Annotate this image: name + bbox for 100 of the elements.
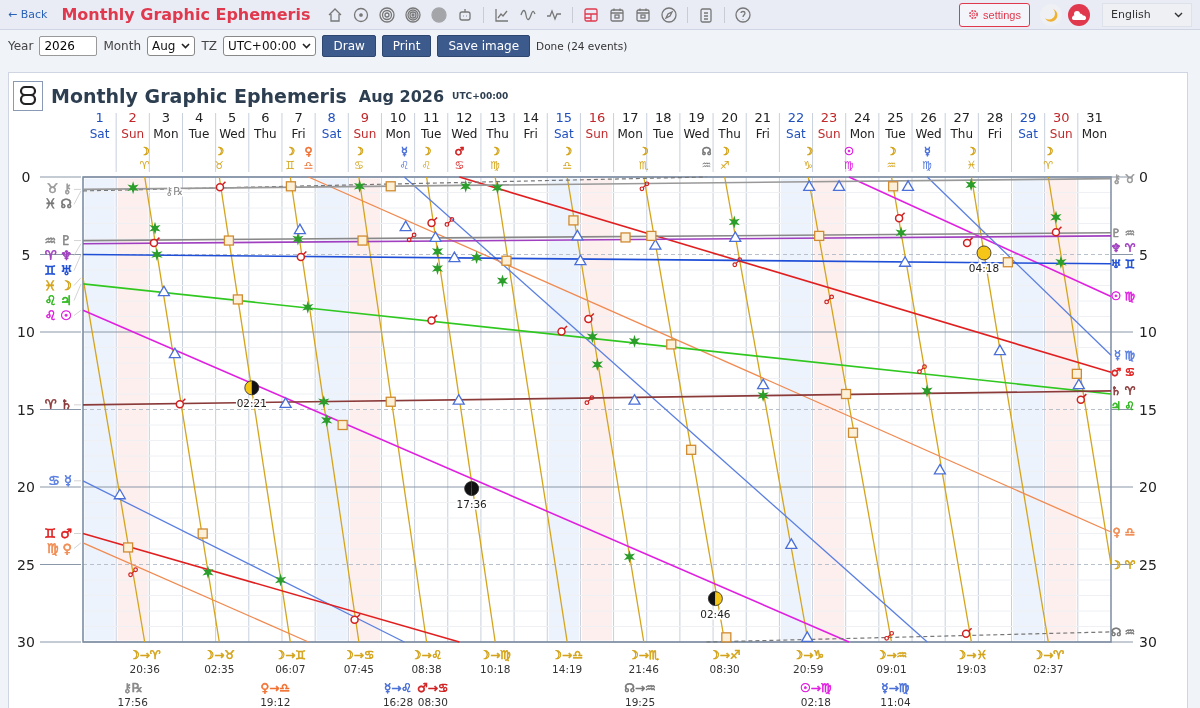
- ingress-glyph: ☿: [923, 145, 931, 158]
- conjunction-marker: [149, 236, 161, 248]
- month-select[interactable]: Aug: [147, 36, 196, 56]
- year-field[interactable]: 2026: [39, 36, 98, 56]
- ingress-time: 02:37: [1033, 663, 1064, 675]
- weekday-label: Tue: [420, 127, 442, 141]
- ingress-time: 19:03: [956, 663, 987, 675]
- ingress-time: 08:30: [417, 696, 448, 708]
- ingress-label: ☊→♒: [624, 681, 656, 695]
- weekday-label: Fri: [291, 127, 306, 141]
- weekday-label: Wed: [451, 127, 478, 141]
- day-number: 30: [1053, 113, 1070, 125]
- ingress-label: ☽→♓: [955, 648, 988, 662]
- weekday-label: Tue: [885, 127, 906, 141]
- triangle-marker: [113, 487, 127, 500]
- axis-tick-label: 5: [21, 246, 31, 263]
- ingress-glyph: ☽: [285, 145, 296, 158]
- star-marker: [757, 389, 769, 402]
- opposition-marker: [732, 257, 743, 268]
- ingress-label: ♂→♋: [417, 681, 449, 695]
- weekday-label: Sun: [1049, 127, 1073, 141]
- axis-tick-label: 25: [1139, 556, 1157, 573]
- conjunction-marker: [427, 216, 438, 228]
- language-select[interactable]: English: [1102, 2, 1192, 27]
- settings-button[interactable]: settings: [959, 2, 1030, 27]
- square-marker: [888, 181, 899, 192]
- ingress-glyph: ♋: [353, 159, 364, 172]
- day-number: 2: [128, 113, 137, 125]
- ingress-time: 08:30: [709, 663, 740, 675]
- star-marker: [586, 330, 598, 344]
- action-button[interactable]: Print: [381, 35, 432, 57]
- ingress-label: ☽→♉: [203, 648, 236, 662]
- weekday-label: Sun: [121, 127, 145, 141]
- moon-phase-marker: [708, 591, 723, 606]
- day-number: 12: [456, 113, 473, 125]
- action-button[interactable]: Draw: [322, 35, 376, 57]
- day-number: 19: [688, 113, 705, 125]
- opposition-marker: [884, 630, 895, 641]
- moon-phase-marker: [976, 245, 992, 261]
- weekday-label: Mon: [385, 127, 411, 141]
- app-title: Monthly Graphic Ephemeris: [61, 5, 311, 24]
- axis-tick-label: 25: [17, 556, 35, 573]
- moon-icon[interactable]: [1040, 3, 1062, 26]
- ingress-label: ☽→♐: [708, 648, 741, 662]
- planet-label: ♄ ♈: [1110, 383, 1135, 398]
- ingress-glyph: ♌: [399, 159, 410, 172]
- day-number: 31: [1086, 113, 1103, 125]
- star-marker: [591, 358, 603, 371]
- day-number: 16: [588, 113, 606, 125]
- conjunction-marker: [961, 627, 973, 638]
- ingress-time: 10:18: [480, 663, 511, 675]
- star-marker: [1050, 210, 1062, 224]
- ingress-glyph: ☽: [719, 145, 730, 158]
- day-number: 8: [327, 113, 336, 125]
- planet-label: ♂ ♋: [1110, 365, 1135, 380]
- weekday-label: Wed: [683, 127, 710, 141]
- star-marker: [202, 565, 214, 579]
- conjunction-marker: [1051, 226, 1063, 237]
- ingress-label: ☿→♌: [383, 681, 413, 695]
- ingress-glyph: ♈: [1043, 159, 1054, 172]
- gear-icon: [968, 9, 980, 20]
- planet-label: ♈ ♆: [44, 247, 72, 263]
- ingress-glyph: ♊: [285, 159, 296, 172]
- triangle-marker: [168, 346, 182, 359]
- back-link[interactable]: ← Back: [8, 8, 48, 21]
- cloud-icon[interactable]: [1068, 3, 1090, 26]
- triangle-marker: [1072, 377, 1086, 390]
- axis-tick-label: 0: [1139, 169, 1148, 185]
- conjunction-marker: [350, 613, 361, 624]
- ingress-glyph: ♂: [454, 145, 465, 158]
- timezone-select[interactable]: UTC+00:00: [223, 36, 317, 56]
- star-marker: [1055, 255, 1067, 269]
- triangle-marker: [784, 537, 798, 549]
- star-marker: [496, 274, 509, 288]
- triangle-marker: [573, 253, 588, 266]
- square-marker: [1071, 368, 1082, 379]
- weekday-label: Tue: [653, 127, 674, 141]
- chart-timezone: UTC+00:00: [452, 91, 509, 101]
- planet-label: ♊ ♅: [44, 262, 72, 278]
- triangle-marker: [447, 250, 462, 263]
- ingress-glyph: ♀: [304, 145, 313, 158]
- ingress-glyph: ♓: [966, 159, 977, 172]
- conjunction-marker: [962, 236, 974, 248]
- axis-tick-label: 30: [17, 634, 35, 650]
- ingress-glyph: ☽: [638, 145, 649, 158]
- station-label: ⚷℞: [165, 185, 184, 198]
- triangle-marker: [452, 393, 466, 405]
- ingress-glyph: ☽: [562, 145, 573, 158]
- weekday-label: Mon: [153, 127, 179, 141]
- triangle-marker: [648, 238, 662, 250]
- weekday-label: Thu: [718, 127, 741, 141]
- day-number: 1: [95, 113, 104, 125]
- star-marker: [728, 215, 740, 229]
- triangle-marker: [728, 230, 742, 243]
- square-marker: [357, 235, 368, 246]
- caret-icon: [181, 43, 191, 49]
- star-marker: [895, 226, 907, 240]
- action-button[interactable]: Save image: [437, 35, 531, 57]
- ingress-glyph: ☊: [701, 145, 712, 158]
- ingress-glyph: ☽: [139, 145, 150, 158]
